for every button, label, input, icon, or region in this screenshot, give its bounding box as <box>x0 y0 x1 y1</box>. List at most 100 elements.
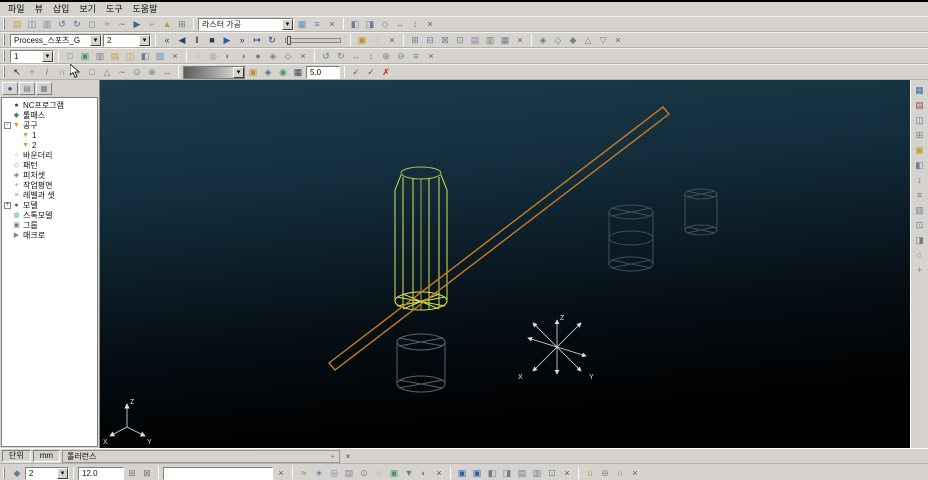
rv-limits-icon[interactable]: ⊡ <box>913 219 927 232</box>
save-project-icon[interactable]: ◫ <box>25 18 39 31</box>
select-cursor-icon[interactable]: ↖ <box>10 66 24 79</box>
chevron-down-icon[interactable]: ▾ <box>233 66 244 78</box>
rv-shade-icon[interactable]: ◧ <box>913 159 927 172</box>
create-line-icon[interactable]: / <box>40 66 54 79</box>
pattern-icon[interactable]: ◈ <box>266 50 280 63</box>
coolant-icon[interactable]: ▨ <box>153 50 167 63</box>
tolerance-close-icon[interactable]: × <box>342 452 354 461</box>
rv-views-icon[interactable]: ◫ <box>913 114 927 127</box>
tree-expander-icon[interactable] <box>4 192 11 199</box>
workplane-edit-icon[interactable]: ◇ <box>551 34 565 47</box>
workplane-icon[interactable]: ◈ <box>536 34 550 47</box>
toolbar-grip[interactable] <box>3 34 6 46</box>
sim-to-end-icon[interactable]: ↦ <box>250 34 264 47</box>
point-distribution-select[interactable]: 2 ▾ <box>25 466 69 480</box>
rv-block-icon[interactable]: ⊞ <box>913 129 927 142</box>
tree-expander-icon[interactable] <box>4 112 11 119</box>
open-project-icon[interactable]: ▤ <box>10 18 24 31</box>
show-boundary-icon[interactable]: ▤ <box>515 467 529 480</box>
view-up-down-icon[interactable]: ↕ <box>364 50 378 63</box>
view-left-right-icon[interactable]: ↔ <box>349 50 363 63</box>
chevron-down-icon[interactable]: ▾ <box>139 34 150 46</box>
measure-icon[interactable]: ▦ <box>498 34 512 47</box>
toolbar-grip[interactable] <box>3 66 6 78</box>
pattern-strategy-icon[interactable]: ▤ <box>342 467 356 480</box>
tree-item[interactable]: ◇ 패턴 <box>2 160 97 170</box>
sim-to-start-icon[interactable]: « <box>160 34 174 47</box>
feed-rate-icon[interactable]: ≈ <box>100 18 114 31</box>
rv-plus-icon[interactable]: + <box>913 264 927 277</box>
level-select[interactable]: 1 ▾ <box>10 49 54 63</box>
sim-step-forward-icon[interactable]: » <box>235 34 249 47</box>
simulation-speed-slider[interactable] <box>285 35 341 45</box>
print-icon[interactable]: ▥ <box>40 18 54 31</box>
zoom-view-icon[interactable]: ↕ <box>408 18 422 31</box>
grid-on-icon[interactable]: ⊞ <box>125 467 139 480</box>
curve-editor-icon[interactable]: ▥ <box>483 34 497 47</box>
feature-set-icon[interactable]: ◇ <box>281 50 295 63</box>
translucency-icon[interactable]: ◌ <box>370 34 384 47</box>
raster-strategy-icon[interactable]: ≈ <box>297 467 311 480</box>
tree-item[interactable]: ▣ 그룹 <box>2 220 97 230</box>
block-hide-icon[interactable]: ⊟ <box>423 34 437 47</box>
create-arc-icon[interactable]: ∩ <box>55 66 69 79</box>
menu-item[interactable]: 파일 <box>3 3 30 15</box>
redo-icon[interactable]: ↻ <box>70 18 84 31</box>
shaded-view-icon[interactable]: ◧ <box>348 18 362 31</box>
menu-item[interactable]: 보기 <box>74 3 101 15</box>
simulate-icon[interactable]: ▶ <box>130 18 144 31</box>
tree-item[interactable]: ◍ 스톡모델 <box>2 210 97 220</box>
draw-colour-icon[interactable]: ▣ <box>355 34 369 47</box>
command-close-icon[interactable]: × <box>274 467 288 480</box>
rv-tool-icon[interactable]: ▣ <box>913 144 927 157</box>
sim-step-back-icon[interactable]: ◀ <box>175 34 189 47</box>
undo-view-icon[interactable]: ↺ <box>319 50 333 63</box>
sim-toolbar-close-icon[interactable]: × <box>385 34 399 47</box>
show-pattern-icon[interactable]: ▥ <box>530 467 544 480</box>
rv-zoom-icon[interactable]: ↕ <box>913 174 927 187</box>
boundary-shallow-icon[interactable]: ◑ <box>236 50 250 63</box>
rv-list-icon[interactable]: ≡ <box>913 189 927 202</box>
limit-icon[interactable]: ⊡ <box>453 34 467 47</box>
feeds-icon[interactable]: ◧ <box>138 50 152 63</box>
tree-expander-icon[interactable] <box>13 132 20 139</box>
boundary-rest-icon[interactable]: ◐ <box>221 50 235 63</box>
subtract-icon[interactable]: ⊖ <box>598 467 612 480</box>
accept-icon[interactable]: ✓ <box>349 66 363 79</box>
view2-toolbar-close-icon[interactable]: × <box>424 50 438 63</box>
tolerance-panel-tab[interactable]: 톨러런스 + <box>62 449 341 463</box>
tree-item[interactable]: ○ 바운더리 <box>2 150 97 160</box>
mesh-icon[interactable]: ◉ <box>276 66 290 79</box>
tree-expander-icon[interactable] <box>4 152 11 159</box>
nc-toolbar-close-icon[interactable]: × <box>168 50 182 63</box>
spiral-strategy-icon[interactable]: ◎ <box>327 467 341 480</box>
rotate-icon[interactable]: ▽ <box>596 34 610 47</box>
nc-write-icon[interactable]: ▣ <box>78 50 92 63</box>
tree-expander-icon[interactable] <box>4 102 11 109</box>
show-limits-icon[interactable]: ⊡ <box>545 467 559 480</box>
show-tool-check-icon[interactable]: ▣ <box>470 467 484 480</box>
levels-tab-icon[interactable]: ▤ <box>19 82 35 95</box>
tool-database-icon[interactable]: ▤ <box>108 50 122 63</box>
align-icon[interactable]: ◆ <box>566 34 580 47</box>
chevron-down-icon[interactable]: ▾ <box>57 467 68 479</box>
snap-mode-icon[interactable]: ◆ <box>10 467 24 480</box>
batch-process-icon[interactable]: ≡ <box>310 18 324 31</box>
boolean-close-icon[interactable]: × <box>628 467 642 480</box>
tree-item[interactable]: - ▼ 공구 <box>2 120 97 130</box>
create-rect-icon[interactable]: □ <box>85 66 99 79</box>
tool-edit-icon[interactable]: ◫ <box>123 50 137 63</box>
intersect-icon[interactable]: ∩ <box>613 467 627 480</box>
dimension-icon[interactable]: ↔ <box>160 66 174 79</box>
sim-pause-icon[interactable]: ‖ <box>190 34 204 47</box>
offset-strategy-icon[interactable]: ⊙ <box>357 467 371 480</box>
rv-grid-icon[interactable]: ▥ <box>913 204 927 217</box>
nc-program-icon[interactable]: □ <box>63 50 77 63</box>
trim-icon[interactable]: ⊗ <box>145 66 159 79</box>
menu-item[interactable]: 도구 <box>101 3 128 15</box>
calculate-toolpath-icon[interactable]: ▦ <box>295 18 309 31</box>
tree-expander-icon[interactable] <box>13 142 20 149</box>
grid-off-icon[interactable]: ⊠ <box>140 467 154 480</box>
chevron-down-icon[interactable]: ▾ <box>90 34 101 46</box>
tolerance-grid-icon[interactable]: ▦ <box>291 66 305 79</box>
